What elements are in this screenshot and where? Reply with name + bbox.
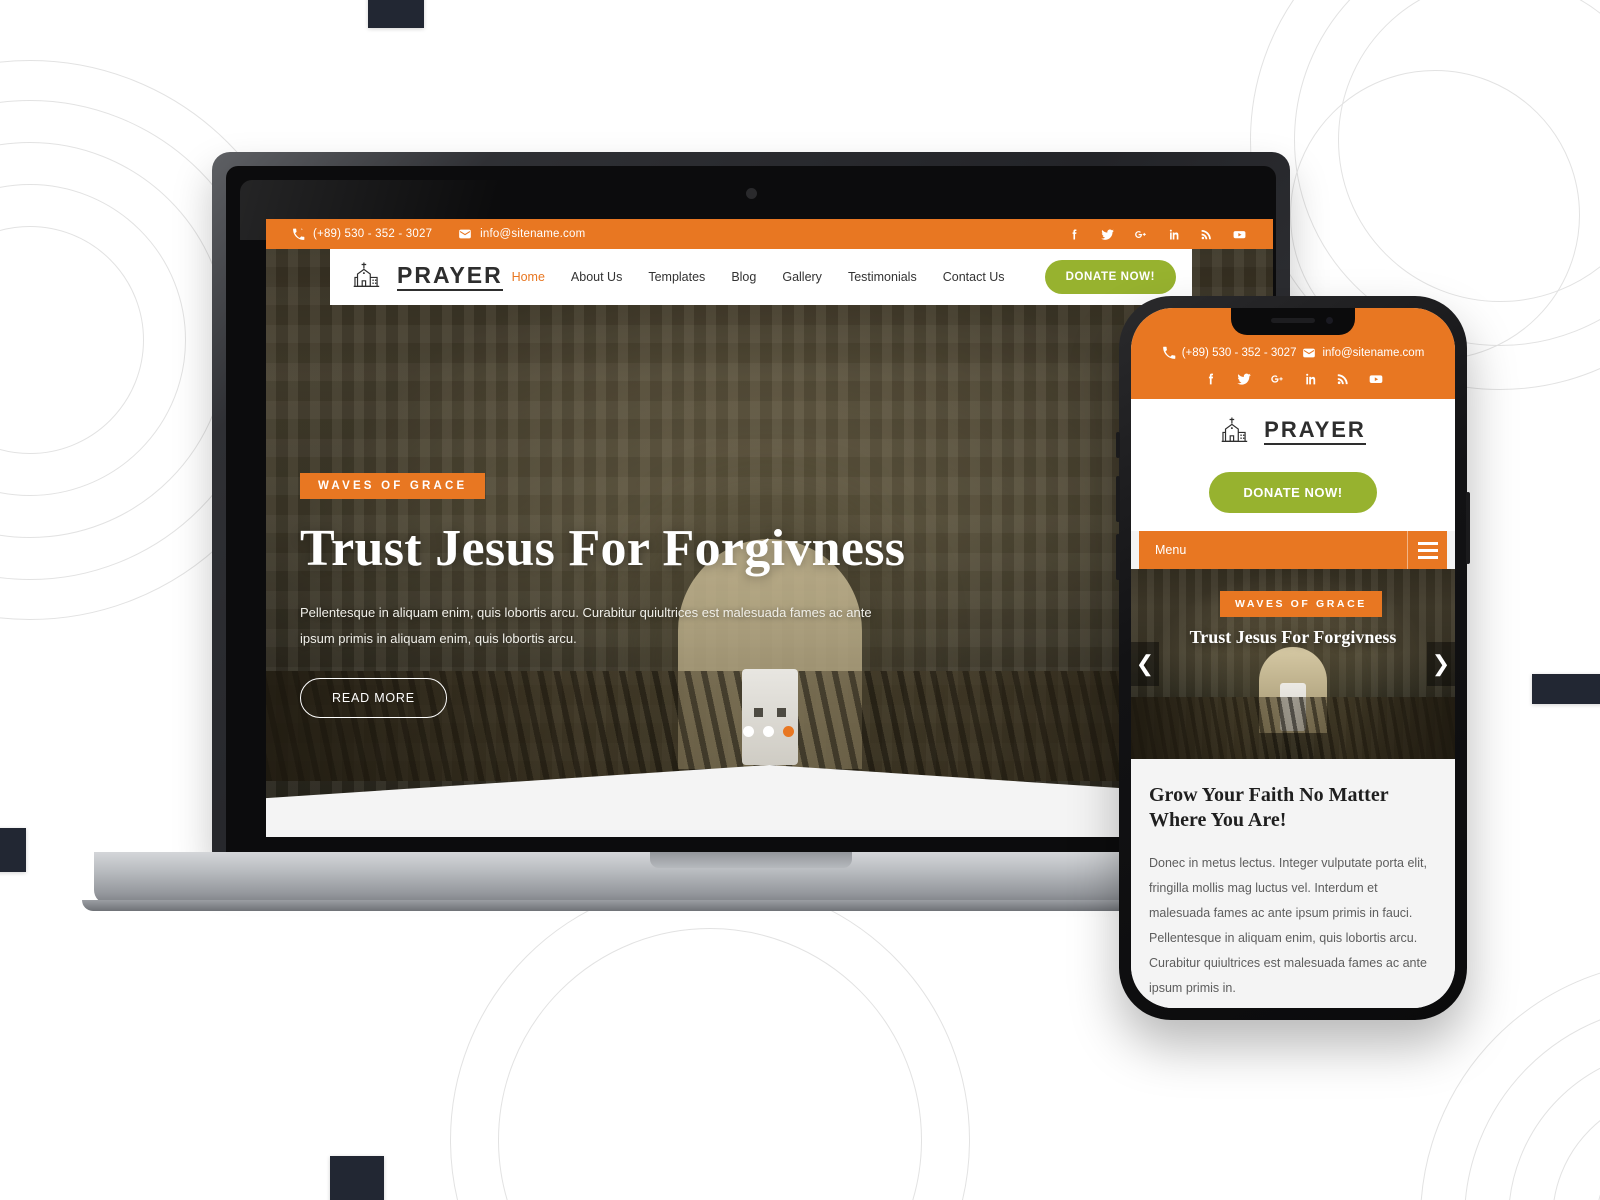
email-address: info@sitename.com (480, 228, 586, 240)
logo-wordmark: PRAYER (1264, 419, 1366, 445)
linkedin-icon[interactable] (1166, 227, 1181, 242)
church-pews (1131, 697, 1455, 759)
hero-tagline: WAVES OF GRACE (1220, 591, 1382, 617)
site-logo[interactable]: PRAYER (1220, 415, 1366, 449)
decor-square-top (368, 0, 424, 28)
youtube-icon[interactable] (1368, 371, 1384, 387)
chevron-left-icon[interactable]: ❮ (1131, 642, 1159, 686)
hero-title: Trust Jesus For Forgivness (300, 520, 906, 577)
laptop-base-notch (650, 852, 852, 868)
phone-frame: (+89) 530 - 352 - 3027 info@sitename.com (1116, 296, 1470, 1020)
mobile-social-links (1139, 371, 1447, 387)
nav-item-testimonials[interactable]: Testimonials (848, 270, 917, 284)
twitter-icon[interactable] (1236, 371, 1252, 387)
rss-icon[interactable] (1199, 227, 1214, 242)
decor-square-right (1532, 674, 1600, 704)
nav-item-contact-us[interactable]: Contact Us (943, 270, 1005, 284)
nav-item-home[interactable]: Home (512, 270, 545, 284)
phone-contact[interactable]: (+89) 530 - 352 - 3027 (292, 228, 432, 241)
hero-title: Trust Jesus For Forgivness (1189, 627, 1397, 647)
hamburger-icon[interactable] (1407, 531, 1447, 569)
phone-volume-up-button (1116, 476, 1120, 522)
chevron-right-icon[interactable]: ❯ (1427, 642, 1455, 686)
mobile-hero-section: WAVES OF GRACE Trust Jesus For Forgivnes… (1131, 569, 1455, 759)
desktop-topbar: (+89) 530 - 352 - 3027 info@sitename.com (266, 219, 1273, 249)
presentation-canvas: (+89) 530 - 352 - 3027 info@sitename.com (0, 0, 1600, 1200)
twitter-icon[interactable] (1100, 227, 1115, 242)
mobile-menu-label: Menu (1155, 543, 1187, 557)
mobile-phone-number: (+89) 530 - 352 - 3027 (1181, 347, 1297, 359)
site-logo[interactable]: PRAYER (352, 260, 503, 294)
mobile-website: (+89) 530 - 352 - 3027 info@sitename.com (1131, 308, 1455, 1008)
envelope-icon (458, 227, 472, 241)
decor-square-left (0, 828, 26, 872)
logo-wordmark: PRAYER (397, 263, 503, 291)
decor-square-bottom (330, 1156, 384, 1200)
hero-paragraph: Pellentesque in aliquam enim, quis lobor… (300, 605, 872, 647)
phone-speaker (1271, 318, 1315, 323)
facebook-icon[interactable] (1067, 227, 1082, 242)
hero-copy: WAVES OF GRACE Trust Jesus For Forgivnes… (300, 473, 910, 719)
phone-mute-button (1116, 432, 1120, 458)
email-contact[interactable]: info@sitename.com (458, 227, 585, 241)
carousel-dots (742, 726, 794, 737)
google-plus-icon[interactable] (1269, 371, 1285, 387)
nav-item-templates[interactable]: Templates (648, 270, 705, 284)
youtube-icon[interactable] (1232, 227, 1247, 242)
desktop-social-links (1067, 227, 1247, 242)
webcam-icon (746, 188, 757, 199)
church-icon (1220, 415, 1254, 449)
mobile-menu-bar[interactable]: Menu (1139, 531, 1447, 569)
front-camera-icon (1326, 317, 1333, 324)
church-icon (352, 260, 386, 294)
google-plus-icon[interactable] (1133, 227, 1148, 242)
decor-rings-bottom-left (450, 880, 970, 1200)
desktop-navbar: PRAYER Home About Us Templates Blog Gall… (330, 249, 1192, 305)
hero-tagline: WAVES OF GRACE (300, 473, 486, 499)
carousel-dot-1[interactable] (742, 726, 754, 737)
nav-item-blog[interactable]: Blog (731, 270, 756, 284)
carousel-dot-3[interactable] (782, 726, 794, 737)
donate-button[interactable]: DONATE NOW! (1044, 260, 1176, 294)
section-heading: Grow Your Faith No Matter Where You Are! (1149, 784, 1389, 831)
mobile-donate-button[interactable]: DONATE NOW! (1209, 472, 1377, 513)
linkedin-icon[interactable] (1302, 371, 1318, 387)
envelope-icon (1302, 346, 1316, 360)
phone-mockup: (+89) 530 - 352 - 3027 info@sitename.com (1116, 296, 1470, 1020)
phone-power-button (1466, 492, 1470, 564)
mobile-email-address: info@sitename.com (1322, 347, 1425, 359)
phone-icon (1162, 346, 1176, 360)
phone-icon (292, 228, 305, 241)
phone-number: (+89) 530 - 352 - 3027 (313, 228, 433, 240)
read-more-button[interactable]: READ MORE (300, 678, 447, 719)
primary-nav: Home About Us Templates Blog Gallery Tes… (512, 260, 1176, 294)
mobile-content-section: Grow Your Faith No Matter Where You Are!… (1131, 759, 1455, 1008)
mobile-contact-row: (+89) 530 - 352 - 3027 info@sitename.com (1139, 346, 1447, 360)
nav-item-about-us[interactable]: About Us (571, 270, 622, 284)
phone-notch (1231, 308, 1355, 335)
section-paragraph-1: Donec in metus lectus. Integer vulputate… (1149, 856, 1427, 995)
mobile-logo-area: PRAYER DONATE NOW! (1131, 399, 1455, 531)
rss-icon[interactable] (1335, 371, 1351, 387)
carousel-dot-2[interactable] (762, 726, 774, 737)
phone-volume-down-button (1116, 534, 1120, 580)
nav-item-gallery[interactable]: Gallery (782, 270, 822, 284)
facebook-icon[interactable] (1203, 371, 1219, 387)
